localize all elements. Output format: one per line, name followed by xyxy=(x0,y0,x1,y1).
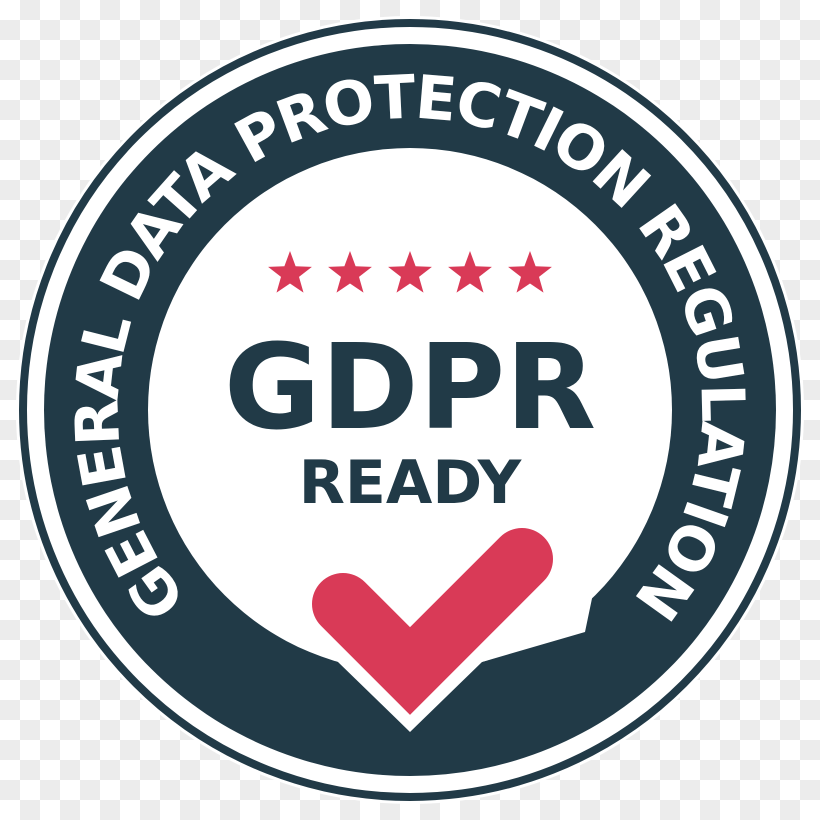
badge-title: GDPR xyxy=(224,318,596,456)
badge-subtitle: READY xyxy=(299,448,523,518)
gdpr-badge: GENERAL DATA PROTECTION REGULATION GDPR … xyxy=(16,16,804,804)
